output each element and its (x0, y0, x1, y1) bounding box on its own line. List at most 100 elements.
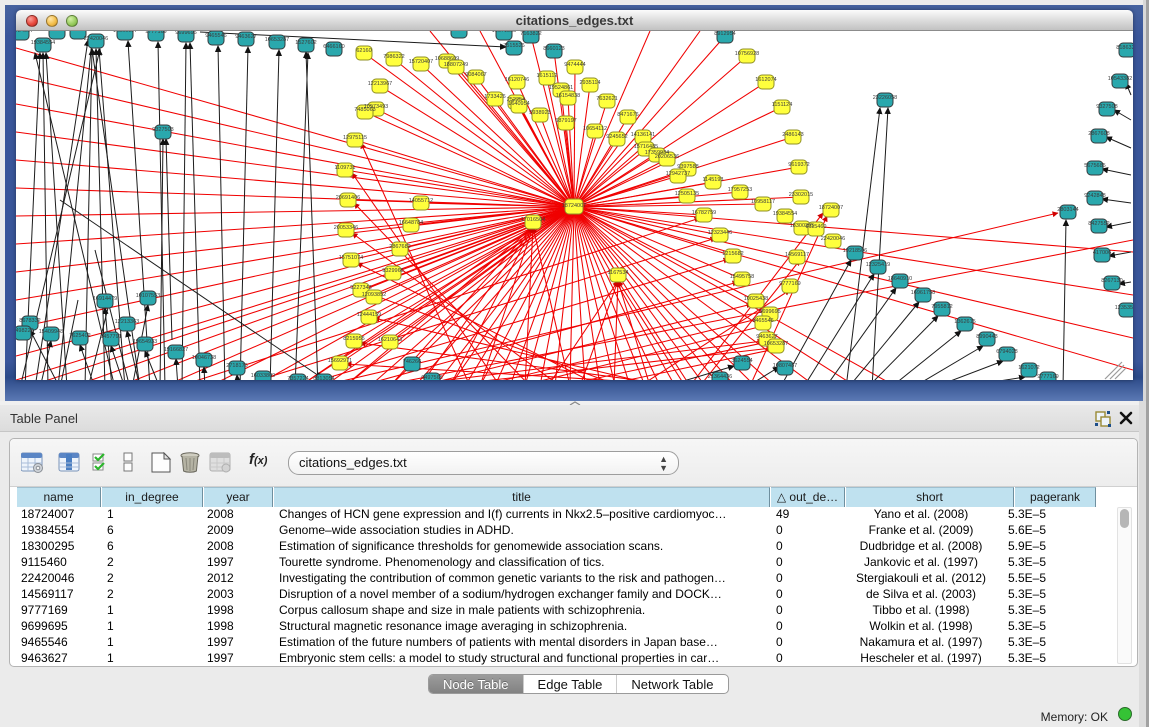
svg-text:19524861: 19524861 (549, 85, 573, 91)
svg-text:12505135: 12505135 (675, 191, 699, 197)
svg-text:1733426: 1733426 (484, 94, 505, 100)
svg-text:23226058: 23226058 (873, 95, 897, 101)
svg-text:18724007: 18724007 (819, 205, 843, 211)
svg-text:7632621: 7632621 (596, 96, 617, 102)
svg-text:9699695: 9699695 (759, 309, 780, 315)
svg-text:2718176: 2718176 (226, 363, 247, 369)
svg-text:8678332: 8678332 (19, 318, 40, 324)
svg-text:8471676: 8471676 (617, 112, 638, 118)
svg-text:15692971: 15692971 (328, 358, 352, 364)
svg-text:10046738: 10046738 (192, 355, 216, 361)
svg-text:12942737: 12942737 (666, 171, 690, 177)
svg-text:1151124: 1151124 (772, 102, 793, 108)
svg-text:16120746: 16120746 (505, 77, 529, 83)
svg-text:12213967: 12213967 (368, 81, 392, 87)
svg-text:746266: 746266 (403, 359, 421, 365)
svg-text:9619372: 9619372 (788, 162, 809, 168)
svg-text:12975115: 12975115 (343, 135, 367, 141)
svg-text:18640910: 18640910 (888, 276, 912, 282)
svg-text:12093852: 12093852 (362, 292, 386, 298)
svg-text:2935114: 2935114 (579, 80, 600, 86)
svg-text:6794028: 6794028 (996, 349, 1017, 355)
svg-text:2867608: 2867608 (1088, 131, 1109, 137)
svg-text:16210643: 16210643 (378, 337, 402, 343)
svg-text:8990443: 8990443 (976, 334, 997, 340)
svg-text:18807249: 18807249 (444, 62, 468, 68)
svg-text:5938923: 5938923 (529, 110, 550, 116)
svg-text:18724007: 18724007 (562, 203, 586, 209)
svg-text:7955812: 7955812 (931, 304, 952, 310)
svg-text:19166827: 19166827 (164, 347, 188, 353)
svg-text:10756928: 10756928 (735, 51, 759, 57)
svg-text:22420046: 22420046 (821, 236, 845, 242)
svg-text:10107553: 10107553 (136, 293, 160, 299)
svg-text:8813054: 8813054 (313, 376, 334, 380)
svg-text:3624554: 3624554 (731, 358, 752, 364)
svg-text:9463627: 9463627 (756, 334, 777, 340)
svg-text:10671355: 10671355 (492, 31, 516, 34)
svg-text:7986322: 7986322 (383, 54, 404, 60)
svg-text:1527602: 1527602 (295, 40, 316, 46)
svg-text:9327503: 9327503 (152, 127, 173, 133)
svg-text:14569117: 14569117 (113, 31, 137, 34)
svg-text:19654933: 19654933 (133, 339, 157, 345)
svg-text:62160: 62160 (356, 48, 371, 54)
svg-text:16033809: 16033809 (251, 373, 275, 379)
svg-text:20691406: 20691406 (336, 195, 360, 201)
svg-text:16782759: 16782759 (692, 210, 716, 216)
svg-text:10807487: 10807487 (773, 363, 797, 369)
svg-text:15751074: 15751074 (339, 255, 363, 261)
svg-text:10653287: 10653287 (265, 37, 289, 43)
svg-text:9327508: 9327508 (1096, 104, 1117, 110)
svg-text:9115460: 9115460 (805, 224, 826, 230)
svg-text:7485063: 7485063 (354, 107, 375, 113)
svg-text:9777169: 9777169 (1037, 374, 1058, 380)
svg-text:16961758: 16961758 (911, 290, 935, 296)
svg-text:12353594: 12353594 (1115, 305, 1133, 311)
svg-text:15409948: 15409948 (39, 329, 63, 335)
svg-text:9699695: 9699695 (175, 31, 196, 36)
svg-text:10719135: 10719135 (447, 31, 471, 32)
svg-text:15720407: 15720407 (409, 59, 433, 65)
svg-text:1145193: 1145193 (702, 177, 723, 183)
svg-text:14055712: 14055712 (409, 198, 433, 204)
svg-text:14569117: 14569117 (785, 252, 809, 258)
svg-text:15495758: 15495758 (730, 274, 754, 280)
svg-text:9777169: 9777169 (779, 281, 800, 287)
svg-text:1615112: 1615112 (536, 73, 557, 79)
svg-text:1612074: 1612074 (755, 77, 776, 83)
svg-text:12444159: 12444159 (357, 312, 381, 318)
svg-text:19384554: 19384554 (31, 40, 55, 46)
svg-text:2803144: 2803144 (1057, 207, 1078, 213)
svg-text:9397588: 9397588 (677, 164, 698, 170)
svg-text:22420046: 22420046 (84, 36, 108, 42)
svg-text:5675685: 5675685 (1084, 163, 1105, 169)
svg-text:1640954: 1640954 (508, 101, 529, 107)
svg-text:12213363: 12213363 (115, 319, 139, 325)
svg-text:19384554: 19384554 (773, 211, 797, 217)
svg-text:10958117: 10958117 (751, 199, 775, 205)
svg-text:8215955: 8215955 (343, 336, 364, 342)
svg-text:16914479: 16914479 (93, 296, 117, 302)
svg-text:6879197: 6879197 (555, 118, 576, 124)
svg-text:8660123: 8660123 (543, 46, 564, 52)
svg-text:1109731: 1109731 (334, 165, 355, 171)
svg-text:10543382: 10543382 (1108, 76, 1132, 82)
svg-text:21364436: 21364436 (708, 374, 732, 380)
svg-text:6497568: 6497568 (421, 375, 442, 380)
svg-text:9115460: 9115460 (67, 31, 88, 33)
svg-text:9329966: 9329966 (382, 268, 403, 274)
svg-text:7515526: 7515526 (503, 43, 524, 49)
svg-text:2867682: 2867682 (389, 244, 410, 250)
svg-text:9084067: 9084067 (465, 72, 486, 78)
svg-text:1167534: 1167534 (607, 270, 628, 276)
svg-text:9227343: 9227343 (350, 285, 371, 291)
svg-text:9242848: 9242848 (1084, 193, 1105, 199)
svg-text:10025438: 10025438 (744, 296, 768, 302)
svg-text:23302015: 23302015 (789, 192, 813, 198)
svg-text:3498222: 3498222 (16, 328, 34, 334)
svg-text:9245652: 9245652 (606, 134, 627, 140)
svg-text:7163822: 7163822 (520, 31, 541, 37)
svg-text:12323446: 12323446 (708, 230, 732, 236)
svg-text:9465546: 9465546 (752, 318, 773, 324)
